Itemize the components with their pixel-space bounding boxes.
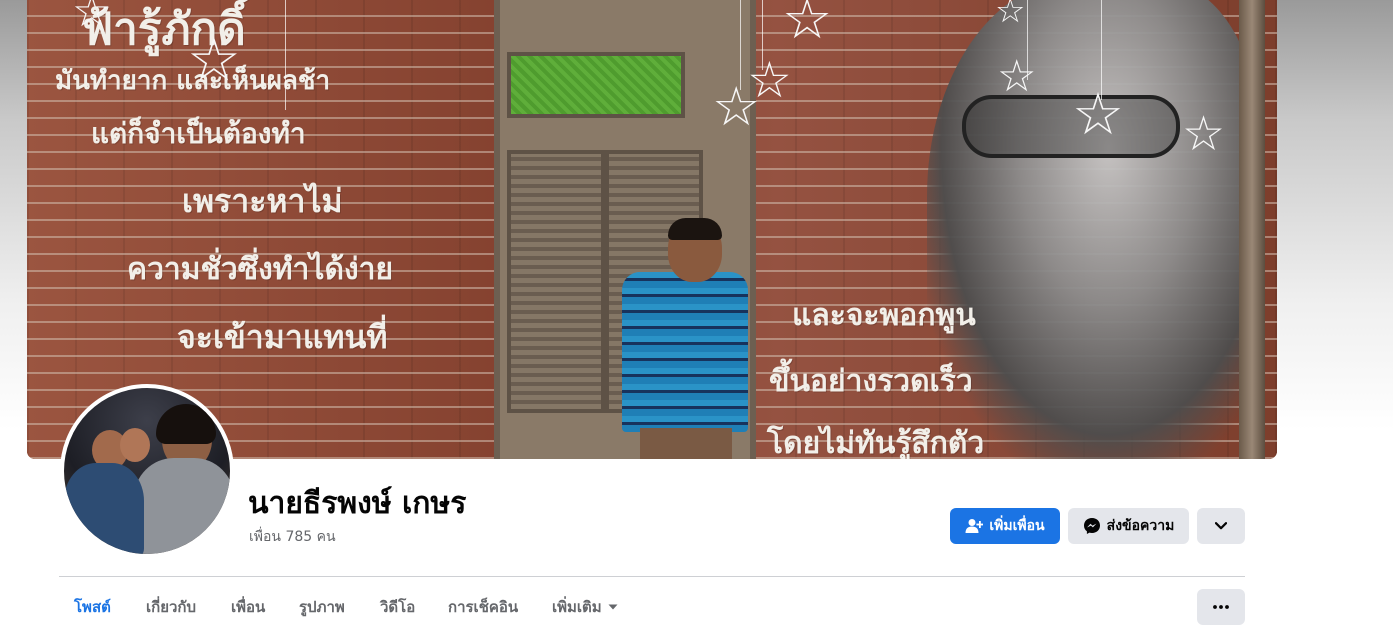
door-panel-left — [507, 150, 605, 413]
star-string — [285, 0, 286, 110]
mural-text-line: และจะพอกพูน — [792, 298, 976, 333]
mural-glasses — [962, 95, 1180, 158]
more-options-button[interactable] — [1197, 589, 1245, 625]
mural-text-line: จะเข้ามาแทนที่ — [177, 318, 388, 356]
tab-label: เกี่ยวกับ — [146, 598, 197, 616]
avatar-person — [64, 463, 144, 554]
mural-text-line: แต่ก็จำเป็นต้องทำ — [91, 117, 306, 150]
add-friend-icon — [965, 518, 984, 534]
door-window — [507, 52, 685, 118]
mural-portrait — [927, 0, 1257, 459]
profile-divider — [59, 576, 1245, 577]
tab-posts[interactable]: โพสต์ — [74, 588, 111, 626]
send-message-button[interactable]: ส่งข้อความ — [1068, 508, 1189, 544]
friends-count[interactable]: เพื่อน 785 คน — [249, 526, 336, 548]
caret-down-icon — [608, 604, 618, 610]
mural-text-line: ความชั่วซึ่งทำได้ง่าย — [127, 252, 394, 287]
tab-photos[interactable]: รูปภาพ — [299, 588, 345, 626]
tab-label: เพิ่มเติม — [552, 598, 602, 616]
tab-label: เพื่อน — [231, 598, 266, 616]
tab-label: วิดีโอ — [380, 598, 416, 616]
star-decoration-icon: ☆ — [747, 51, 792, 109]
star-decoration-icon: ☆ — [997, 51, 1037, 102]
chevron-down-icon — [1215, 522, 1227, 530]
tab-about[interactable]: เกี่ยวกับ — [146, 588, 196, 626]
star-decoration-icon: ☆ — [782, 0, 833, 52]
person-pants — [640, 428, 732, 459]
tab-label: โพสต์ — [74, 598, 111, 616]
ellipsis-icon — [1213, 605, 1229, 609]
tree-trunk — [1239, 0, 1265, 459]
profile-name: นายธีรพงษ์ เกษร — [248, 486, 467, 521]
cover-photo[interactable]: ฟ้ารู้ภักดิ์ มันทำยาก และเห็นผลช้า แต่ก็… — [27, 0, 1277, 459]
avatar-person — [120, 428, 150, 462]
avatar-person — [156, 404, 216, 444]
profile-page: ฟ้ารู้ภักดิ์ มันทำยาก และเห็นผลช้า แต่ก็… — [0, 0, 1393, 634]
tab-label: รูปภาพ — [299, 598, 345, 616]
tab-label: การเช็คอิน — [448, 598, 519, 616]
person-hair — [668, 218, 722, 240]
star-decoration-icon: ☆ — [187, 25, 241, 95]
mural-text-line: โดยไม่ทันรู้สึกตัว — [767, 426, 985, 459]
mural-text-line: ขึ้นอย่างรวดเร็ว — [769, 364, 973, 399]
mural-text-line: เพราะหาไม่ — [182, 182, 343, 220]
star-decoration-icon: ☆ — [72, 0, 112, 37]
add-friend-button[interactable]: เพิ่มเพื่อน — [950, 508, 1060, 544]
profile-options-button[interactable] — [1197, 508, 1245, 544]
star-decoration-icon: ☆ — [1182, 106, 1226, 162]
tab-videos[interactable]: วิดีโอ — [380, 588, 415, 626]
messenger-icon — [1083, 517, 1101, 535]
person-shirt — [622, 272, 748, 432]
profile-avatar[interactable] — [60, 384, 234, 558]
avatar-person — [134, 458, 230, 554]
star-decoration-icon: ☆ — [1072, 80, 1124, 148]
tab-more[interactable]: เพิ่มเติม — [552, 588, 618, 626]
send-message-label: ส่งข้อความ — [1106, 518, 1175, 534]
star-decoration-icon: ☆ — [995, 0, 1026, 31]
tab-friends[interactable]: เพื่อน — [231, 588, 265, 626]
add-friend-label: เพิ่มเพื่อน — [989, 518, 1045, 534]
tab-check-ins[interactable]: การเช็คอิน — [448, 588, 518, 626]
